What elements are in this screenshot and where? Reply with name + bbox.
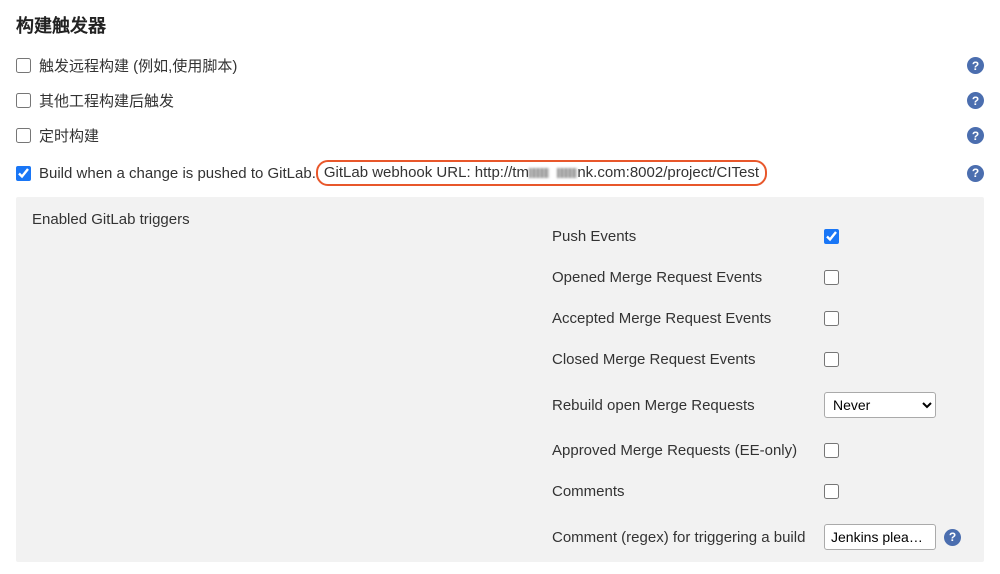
event-label-approved-mr: Approved Merge Requests (EE-only) xyxy=(552,442,824,459)
gitlab-triggers-header: Enabled GitLab triggers xyxy=(32,211,292,228)
gitlab-webhook-prefix: GitLab webhook URL: http://tm xyxy=(324,164,529,181)
event-label-accepted-mr: Accepted Merge Request Events xyxy=(552,310,824,327)
event-push-checkbox[interactable] xyxy=(824,229,839,244)
help-icon[interactable]: ? xyxy=(967,92,984,109)
help-icon[interactable]: ? xyxy=(967,57,984,74)
section-title: 构建触发器 xyxy=(16,12,984,38)
trigger-row-after-other: 其他工程构建后触发 ? xyxy=(16,83,984,118)
trigger-row-gitlab: Build when a change is pushed to GitLab.… xyxy=(16,153,984,193)
event-opened-mr-checkbox[interactable] xyxy=(824,270,839,285)
event-row-rebuild-mr: Rebuild open Merge Requests Never xyxy=(552,380,968,430)
event-row-approved-mr: Approved Merge Requests (EE-only) xyxy=(552,430,968,471)
event-label-comments: Comments xyxy=(552,483,824,500)
event-rebuild-mr-select[interactable]: Never xyxy=(824,392,936,418)
trigger-gitlab-label-pre: Build when a change is pushed to GitLab. xyxy=(39,165,316,182)
gitlab-webhook-highlight: GitLab webhook URL: http://tm nk.com:800… xyxy=(316,160,767,186)
event-comment-regex-input[interactable] xyxy=(824,524,936,550)
gitlab-triggers-panel: Enabled GitLab triggers Push Events Open… xyxy=(16,197,984,562)
trigger-schedule-checkbox[interactable] xyxy=(16,128,31,143)
trigger-row-schedule: 定时构建 ? xyxy=(16,118,984,153)
event-approved-mr-checkbox[interactable] xyxy=(824,443,839,458)
event-closed-mr-checkbox[interactable] xyxy=(824,352,839,367)
trigger-remote-label: 触发远程构建 (例如,使用脚本) xyxy=(39,55,984,76)
redacted-span xyxy=(557,168,577,178)
event-row-push: Push Events xyxy=(552,228,968,257)
trigger-after-other-label: 其他工程构建后触发 xyxy=(39,90,984,111)
event-accepted-mr-checkbox[interactable] xyxy=(824,311,839,326)
event-row-comment-regex: Comment (regex) for triggering a build ? xyxy=(552,512,968,550)
trigger-row-remote: 触发远程构建 (例如,使用脚本) ? xyxy=(16,48,984,83)
trigger-gitlab-checkbox[interactable] xyxy=(16,166,31,181)
trigger-gitlab-label: Build when a change is pushed to GitLab.… xyxy=(39,160,984,186)
gitlab-webhook-suffix: nk.com:8002/project/CITest xyxy=(577,164,759,181)
event-row-closed-mr: Closed Merge Request Events xyxy=(552,339,968,380)
help-icon[interactable]: ? xyxy=(967,165,984,182)
event-row-opened-mr: Opened Merge Request Events xyxy=(552,257,968,298)
help-icon[interactable]: ? xyxy=(944,529,961,546)
event-label-push: Push Events xyxy=(552,228,824,245)
help-icon[interactable]: ? xyxy=(967,127,984,144)
trigger-after-other-checkbox[interactable] xyxy=(16,93,31,108)
event-label-rebuild-mr: Rebuild open Merge Requests xyxy=(552,397,824,414)
trigger-schedule-label: 定时构建 xyxy=(39,125,984,146)
event-row-comments: Comments xyxy=(552,471,968,512)
event-label-opened-mr: Opened Merge Request Events xyxy=(552,269,824,286)
redacted-span xyxy=(529,168,549,178)
event-label-comment-regex: Comment (regex) for triggering a build xyxy=(552,529,824,546)
trigger-remote-checkbox[interactable] xyxy=(16,58,31,73)
event-label-closed-mr: Closed Merge Request Events xyxy=(552,351,824,368)
event-comments-checkbox[interactable] xyxy=(824,484,839,499)
event-row-accepted-mr: Accepted Merge Request Events xyxy=(552,298,968,339)
